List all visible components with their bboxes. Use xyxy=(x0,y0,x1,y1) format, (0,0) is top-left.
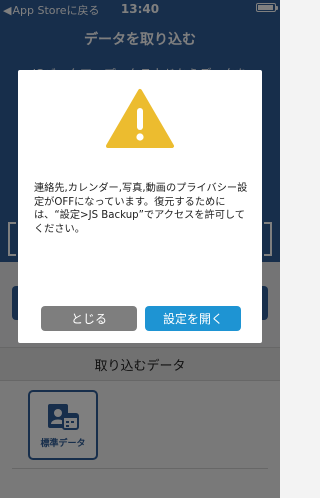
privacy-alert-dialog: 連絡先,カレンダー,写真,動画のプライバシー設定がOFFになっています。復元する… xyxy=(18,70,262,343)
open-settings-button[interactable]: 設定を開く xyxy=(145,306,241,331)
close-button[interactable]: とじる xyxy=(41,306,137,331)
warning-icon xyxy=(106,89,174,148)
dialog-message: 連絡先,カレンダー,写真,動画のプライバシー設定がOFFになっています。復元する… xyxy=(34,183,248,235)
